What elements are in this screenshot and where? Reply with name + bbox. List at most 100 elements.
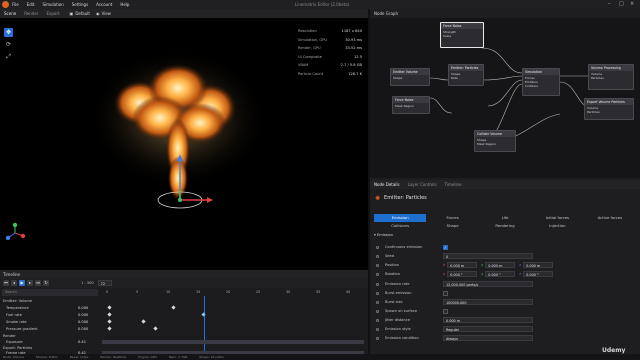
keyframe-dot-icon[interactable] xyxy=(376,336,379,340)
node-graph[interactable]: Force Noise Strength Scale Emitter: Parti… xyxy=(370,18,640,178)
node-emitter-volume[interactable]: Emitter Volume Shape xyxy=(390,68,430,86)
rotate-tool-icon[interactable]: ⟳ xyxy=(4,40,13,49)
menu-bar: File Edit Simulation Settings Account He… xyxy=(0,0,640,9)
burst-size-field[interactable]: 100000.000 xyxy=(443,299,533,306)
ptab-emission[interactable]: Emission xyxy=(374,214,427,222)
ptab-active-forces[interactable]: Active forces xyxy=(584,214,636,222)
step-back-icon[interactable]: ◂ xyxy=(11,280,17,286)
ptab-collisions[interactable]: Collisions xyxy=(374,222,426,230)
property-tabs: Emission Forces Life Initial forces Acti… xyxy=(374,214,636,230)
current-frame-field[interactable]: 72 xyxy=(97,280,112,286)
camera-dropdown[interactable]: Default xyxy=(75,11,90,16)
tab-node-details[interactable]: Node Details xyxy=(370,182,404,187)
keyframe[interactable] xyxy=(201,312,206,317)
keyframe-lane xyxy=(102,326,364,331)
skip-forward-icon[interactable]: ⏭ xyxy=(35,280,41,286)
menu-file[interactable]: File xyxy=(12,2,19,7)
status-bar: Node: Volume Module: Editor Bevel: 11fps… xyxy=(0,354,640,360)
keyframe[interactable] xyxy=(171,305,176,310)
emission-rate-field[interactable]: 12,000.000 parts/s xyxy=(443,281,533,288)
node-volume-processing[interactable]: Volume Processing Volume Particles xyxy=(588,64,634,90)
node-force-noise[interactable]: Force Noise Strength Scale xyxy=(440,22,484,48)
tab-layer-controls[interactable]: Layer Controls xyxy=(404,182,441,187)
minimize-icon[interactable]: – xyxy=(608,1,611,7)
skip-back-icon[interactable]: ⏮ xyxy=(3,280,9,286)
position-x-field[interactable]: 0.000 m xyxy=(447,262,478,269)
keyframe[interactable] xyxy=(107,305,112,310)
track-smoke-rate[interactable]: Smoke rate 0.000 xyxy=(0,318,100,325)
ptab-forces[interactable]: Forces xyxy=(426,214,478,222)
step-forward-icon[interactable]: ▸ xyxy=(27,280,33,286)
tab-scene[interactable]: Scene xyxy=(0,11,20,16)
stat-row: UI Composite 12.5 xyxy=(298,54,362,59)
emission-condition-select[interactable]: Always xyxy=(443,335,533,342)
keyframe-dot-icon[interactable] xyxy=(376,254,379,258)
track-fuel-rate[interactable]: Fuel rate 0.000 xyxy=(0,311,100,318)
track-temperature[interactable]: Temperature 0.000 xyxy=(0,304,100,311)
menu-account[interactable]: Account xyxy=(96,2,112,7)
tab-export[interactable]: Export xyxy=(42,11,63,16)
rotation-x-field[interactable]: 0.000 ° xyxy=(447,271,478,278)
keyframe-dot-icon[interactable] xyxy=(376,272,379,276)
jitter-distance-field[interactable]: 0.000 m xyxy=(443,317,533,324)
rotation-z-field[interactable]: 0.000 ° xyxy=(523,271,554,278)
spawn-on-surface-checkbox[interactable] xyxy=(443,308,448,314)
node-emitter-particles[interactable]: Emitter: Particles Shape Rate xyxy=(448,64,484,86)
close-icon[interactable]: × xyxy=(630,1,634,7)
track-pressure-gradient[interactable]: Pressure gradient 0.000 xyxy=(0,325,100,332)
stat-row: Particle Count 128.7 K xyxy=(298,71,362,76)
keyframe-dot-icon[interactable] xyxy=(376,282,379,286)
keyframe[interactable] xyxy=(141,319,146,324)
keyframe-dot-icon[interactable] xyxy=(376,318,379,322)
position-y-field[interactable]: 0.000 m xyxy=(485,262,516,269)
exposure-bar[interactable] xyxy=(102,340,364,344)
view-dropdown[interactable]: View xyxy=(101,11,111,16)
ptab-injection[interactable]: Injection xyxy=(531,222,583,230)
rotation-y-field[interactable]: 0.000 ° xyxy=(485,271,516,278)
menu-simulation[interactable]: Simulation xyxy=(42,2,63,7)
stat-row: Render, GPU 33.52 ms xyxy=(298,46,362,51)
keyframe-dot-icon[interactable] xyxy=(376,245,379,249)
continuous-emission-checkbox[interactable]: ✓ xyxy=(443,244,448,250)
keyframe-dot-icon[interactable] xyxy=(376,309,379,313)
udemy-watermark: Udemy xyxy=(602,347,626,354)
axis-gizmo[interactable] xyxy=(4,222,26,244)
node-force-noise-2[interactable]: Force Noise Mask Region xyxy=(392,96,430,114)
keyframe-dot-icon[interactable] xyxy=(376,263,379,267)
section-emission[interactable]: ▾ Emission xyxy=(374,233,636,241)
move-tool-icon[interactable]: ✥ xyxy=(4,28,13,37)
keyframe[interactable] xyxy=(107,319,112,324)
track-emitter-volume[interactable]: Emitter: Volume xyxy=(0,297,100,304)
node-collider-volume[interactable]: Collider Volume Shape Mask Region xyxy=(474,130,516,152)
emission-style-select[interactable]: Regular xyxy=(443,326,533,333)
node-simulation[interactable]: Simulation Forces Emitters Colliders xyxy=(522,68,560,96)
tab-render[interactable]: Render xyxy=(20,11,42,16)
seed-field[interactable]: 0 xyxy=(443,253,533,260)
ptab-shape[interactable]: Shape xyxy=(426,222,478,230)
keyframe[interactable] xyxy=(107,312,112,317)
loop-icon[interactable]: ↻ xyxy=(43,280,49,286)
ptab-life[interactable]: Life xyxy=(479,214,531,222)
node-export-volume-particles[interactable]: Export Volume Particles Volume Particles xyxy=(584,98,634,120)
tab-timeline[interactable]: Timeline xyxy=(441,182,466,187)
timeline-ruler[interactable]: 0 5 10 15 20 25 30 35 40 xyxy=(102,290,364,296)
menu-help[interactable]: Help xyxy=(120,2,129,7)
track-search-input[interactable]: Search xyxy=(2,289,98,296)
menu-settings[interactable]: Settings xyxy=(72,2,88,7)
maximize-icon[interactable]: □ xyxy=(619,1,624,7)
keyframe-dot-icon[interactable] xyxy=(376,327,379,331)
keyframe-dot-icon[interactable] xyxy=(376,300,379,304)
ptab-initial-forces[interactable]: Initial forces xyxy=(531,214,583,222)
play-icon[interactable]: ▶ xyxy=(19,280,25,286)
burst-emission-checkbox[interactable] xyxy=(443,290,448,296)
scale-tool-icon[interactable]: ⤢ xyxy=(4,52,13,61)
keyframe-dot-icon[interactable] xyxy=(376,291,379,295)
keyframe[interactable] xyxy=(153,326,158,331)
panel-tabs: Node Details Layer Controls Timeline xyxy=(370,180,640,189)
position-z-field[interactable]: 0.000 m xyxy=(523,262,554,269)
keyframe[interactable] xyxy=(107,326,112,331)
menu-edit[interactable]: Edit xyxy=(27,2,35,7)
emitter-header: ✺ Emitter: Particles xyxy=(370,189,640,207)
prop-emission-rate: Emission rate 12,000.000 parts/s xyxy=(376,280,636,288)
ptab-rendering[interactable]: Rendering xyxy=(479,222,531,230)
